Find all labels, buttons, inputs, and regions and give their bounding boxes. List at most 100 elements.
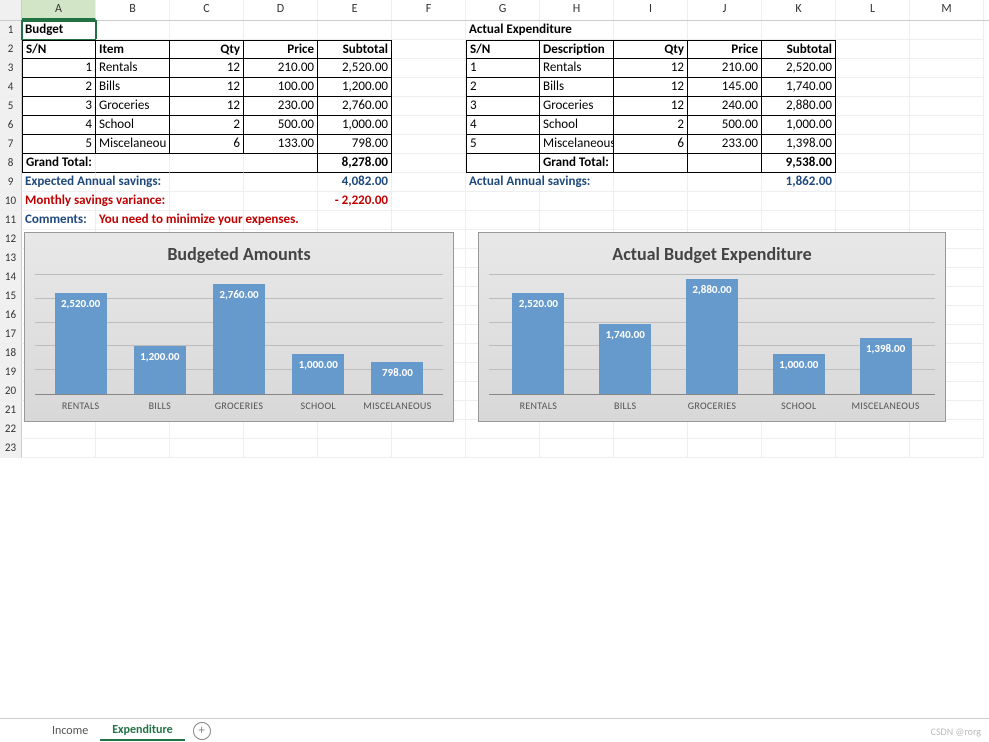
- cell-I23[interactable]: [614, 439, 688, 458]
- tab-expenditure[interactable]: Expenditure: [100, 721, 184, 741]
- cell-F5[interactable]: [392, 97, 466, 116]
- bar-bills[interactable]: 1,200.00: [134, 346, 186, 394]
- col-header-D[interactable]: D: [244, 0, 318, 20]
- cell-K7[interactable]: 1,398.00: [762, 135, 836, 154]
- cell-B8[interactable]: [96, 154, 170, 173]
- col-header-B[interactable]: B: [96, 0, 170, 20]
- cell-M23[interactable]: [910, 439, 984, 458]
- cell-E2[interactable]: Subtotal: [318, 40, 392, 59]
- bar-school[interactable]: 1,000.00: [292, 354, 344, 394]
- cell-K2[interactable]: Subtotal: [762, 40, 836, 59]
- cell-L2[interactable]: [836, 40, 910, 59]
- cell-M2[interactable]: [910, 40, 984, 59]
- cell-M4[interactable]: [910, 78, 984, 97]
- cell-F23[interactable]: [392, 439, 466, 458]
- cell-E7[interactable]: 798.00: [318, 135, 392, 154]
- cell-F10[interactable]: [392, 192, 466, 211]
- row-header-22[interactable]: 22: [0, 420, 22, 439]
- row-header-21[interactable]: 21: [0, 401, 22, 420]
- cell-D3[interactable]: 210.00: [244, 59, 318, 78]
- col-header-G[interactable]: G: [466, 0, 540, 20]
- cell-J5[interactable]: 240.00: [688, 97, 762, 116]
- cell-J9[interactable]: [688, 173, 762, 192]
- cell-M8[interactable]: [910, 154, 984, 173]
- cell-K10[interactable]: [762, 192, 836, 211]
- cell-A3[interactable]: 1: [22, 59, 96, 78]
- cell-D8[interactable]: [244, 154, 318, 173]
- cell-E23[interactable]: [318, 439, 392, 458]
- cell-J4[interactable]: 145.00: [688, 78, 762, 97]
- row-header-17[interactable]: 17: [0, 325, 22, 344]
- cell-M6[interactable]: [910, 116, 984, 135]
- cell-M9[interactable]: [910, 173, 984, 192]
- row-header-15[interactable]: 15: [0, 287, 22, 306]
- cell-A23[interactable]: [22, 439, 96, 458]
- cell-A4[interactable]: 2: [22, 78, 96, 97]
- row-header-18[interactable]: 18: [0, 344, 22, 363]
- cell-C22[interactable]: [170, 420, 244, 439]
- cell-H22[interactable]: [540, 420, 614, 439]
- row-header-2[interactable]: 2: [0, 40, 22, 59]
- cell-A10[interactable]: Monthly savings variance:: [22, 192, 96, 211]
- cell-I9[interactable]: [614, 173, 688, 192]
- row-header-11[interactable]: 11: [0, 211, 22, 230]
- cell-J3[interactable]: 210.00: [688, 59, 762, 78]
- cell-H2[interactable]: Description: [540, 40, 614, 59]
- cell-A1[interactable]: Budget: [22, 21, 96, 40]
- cell-J8[interactable]: [688, 154, 762, 173]
- chart-budgeted[interactable]: Budgeted Amounts 2,520.001,200.002,760.0…: [24, 232, 454, 422]
- row-header-14[interactable]: 14: [0, 268, 22, 287]
- cell-H1[interactable]: [540, 21, 614, 40]
- cell-F11[interactable]: [392, 211, 466, 230]
- cell-E1[interactable]: [318, 21, 392, 40]
- cell-K22[interactable]: [762, 420, 836, 439]
- row-header-23[interactable]: 23: [0, 439, 22, 458]
- cell-C10[interactable]: [170, 192, 244, 211]
- cell-H3[interactable]: Rentals: [540, 59, 614, 78]
- cell-L7[interactable]: [836, 135, 910, 154]
- cell-D9[interactable]: [244, 173, 318, 192]
- cell-B6[interactable]: School: [96, 116, 170, 135]
- row-header-10[interactable]: 10: [0, 192, 22, 211]
- cell-J10[interactable]: [688, 192, 762, 211]
- cell-M10[interactable]: [910, 192, 984, 211]
- cell-I10[interactable]: [614, 192, 688, 211]
- cell-C11[interactable]: [170, 211, 244, 230]
- cell-E6[interactable]: 1,000.00: [318, 116, 392, 135]
- cell-H10[interactable]: [540, 192, 614, 211]
- row-header-8[interactable]: 8: [0, 154, 22, 173]
- cell-H11[interactable]: [540, 211, 614, 230]
- row-header-6[interactable]: 6: [0, 116, 22, 135]
- cell-K1[interactable]: [762, 21, 836, 40]
- row-header-13[interactable]: 13: [0, 249, 22, 268]
- bar-groceries[interactable]: 2,880.00: [686, 279, 738, 394]
- cell-K3[interactable]: 2,520.00: [762, 59, 836, 78]
- cell-I6[interactable]: 2: [614, 116, 688, 135]
- cell-C1[interactable]: [170, 21, 244, 40]
- cell-G6[interactable]: 4: [466, 116, 540, 135]
- cell-C5[interactable]: 12: [170, 97, 244, 116]
- col-header-C[interactable]: C: [170, 0, 244, 20]
- cell-E11[interactable]: [318, 211, 392, 230]
- cell-M3[interactable]: [910, 59, 984, 78]
- bar-miscelaneous[interactable]: 1,398.00: [860, 338, 912, 394]
- cell-J6[interactable]: 500.00: [688, 116, 762, 135]
- cell-D7[interactable]: 133.00: [244, 135, 318, 154]
- col-header-F[interactable]: F: [392, 0, 466, 20]
- cell-D10[interactable]: [244, 192, 318, 211]
- cell-K9[interactable]: 1,862.00: [762, 173, 836, 192]
- cell-B1[interactable]: [96, 21, 170, 40]
- cell-M22[interactable]: [910, 420, 984, 439]
- cell-A11[interactable]: Comments:: [22, 211, 96, 230]
- cell-C3[interactable]: 12: [170, 59, 244, 78]
- cell-B3[interactable]: Rentals: [96, 59, 170, 78]
- cell-E22[interactable]: [318, 420, 392, 439]
- cell-B9[interactable]: [96, 173, 170, 192]
- cell-F9[interactable]: [392, 173, 466, 192]
- cell-A2[interactable]: S/N: [22, 40, 96, 59]
- cell-I22[interactable]: [614, 420, 688, 439]
- col-header-I[interactable]: I: [614, 0, 688, 20]
- cell-G5[interactable]: 3: [466, 97, 540, 116]
- cell-G7[interactable]: 5: [466, 135, 540, 154]
- cell-I8[interactable]: [614, 154, 688, 173]
